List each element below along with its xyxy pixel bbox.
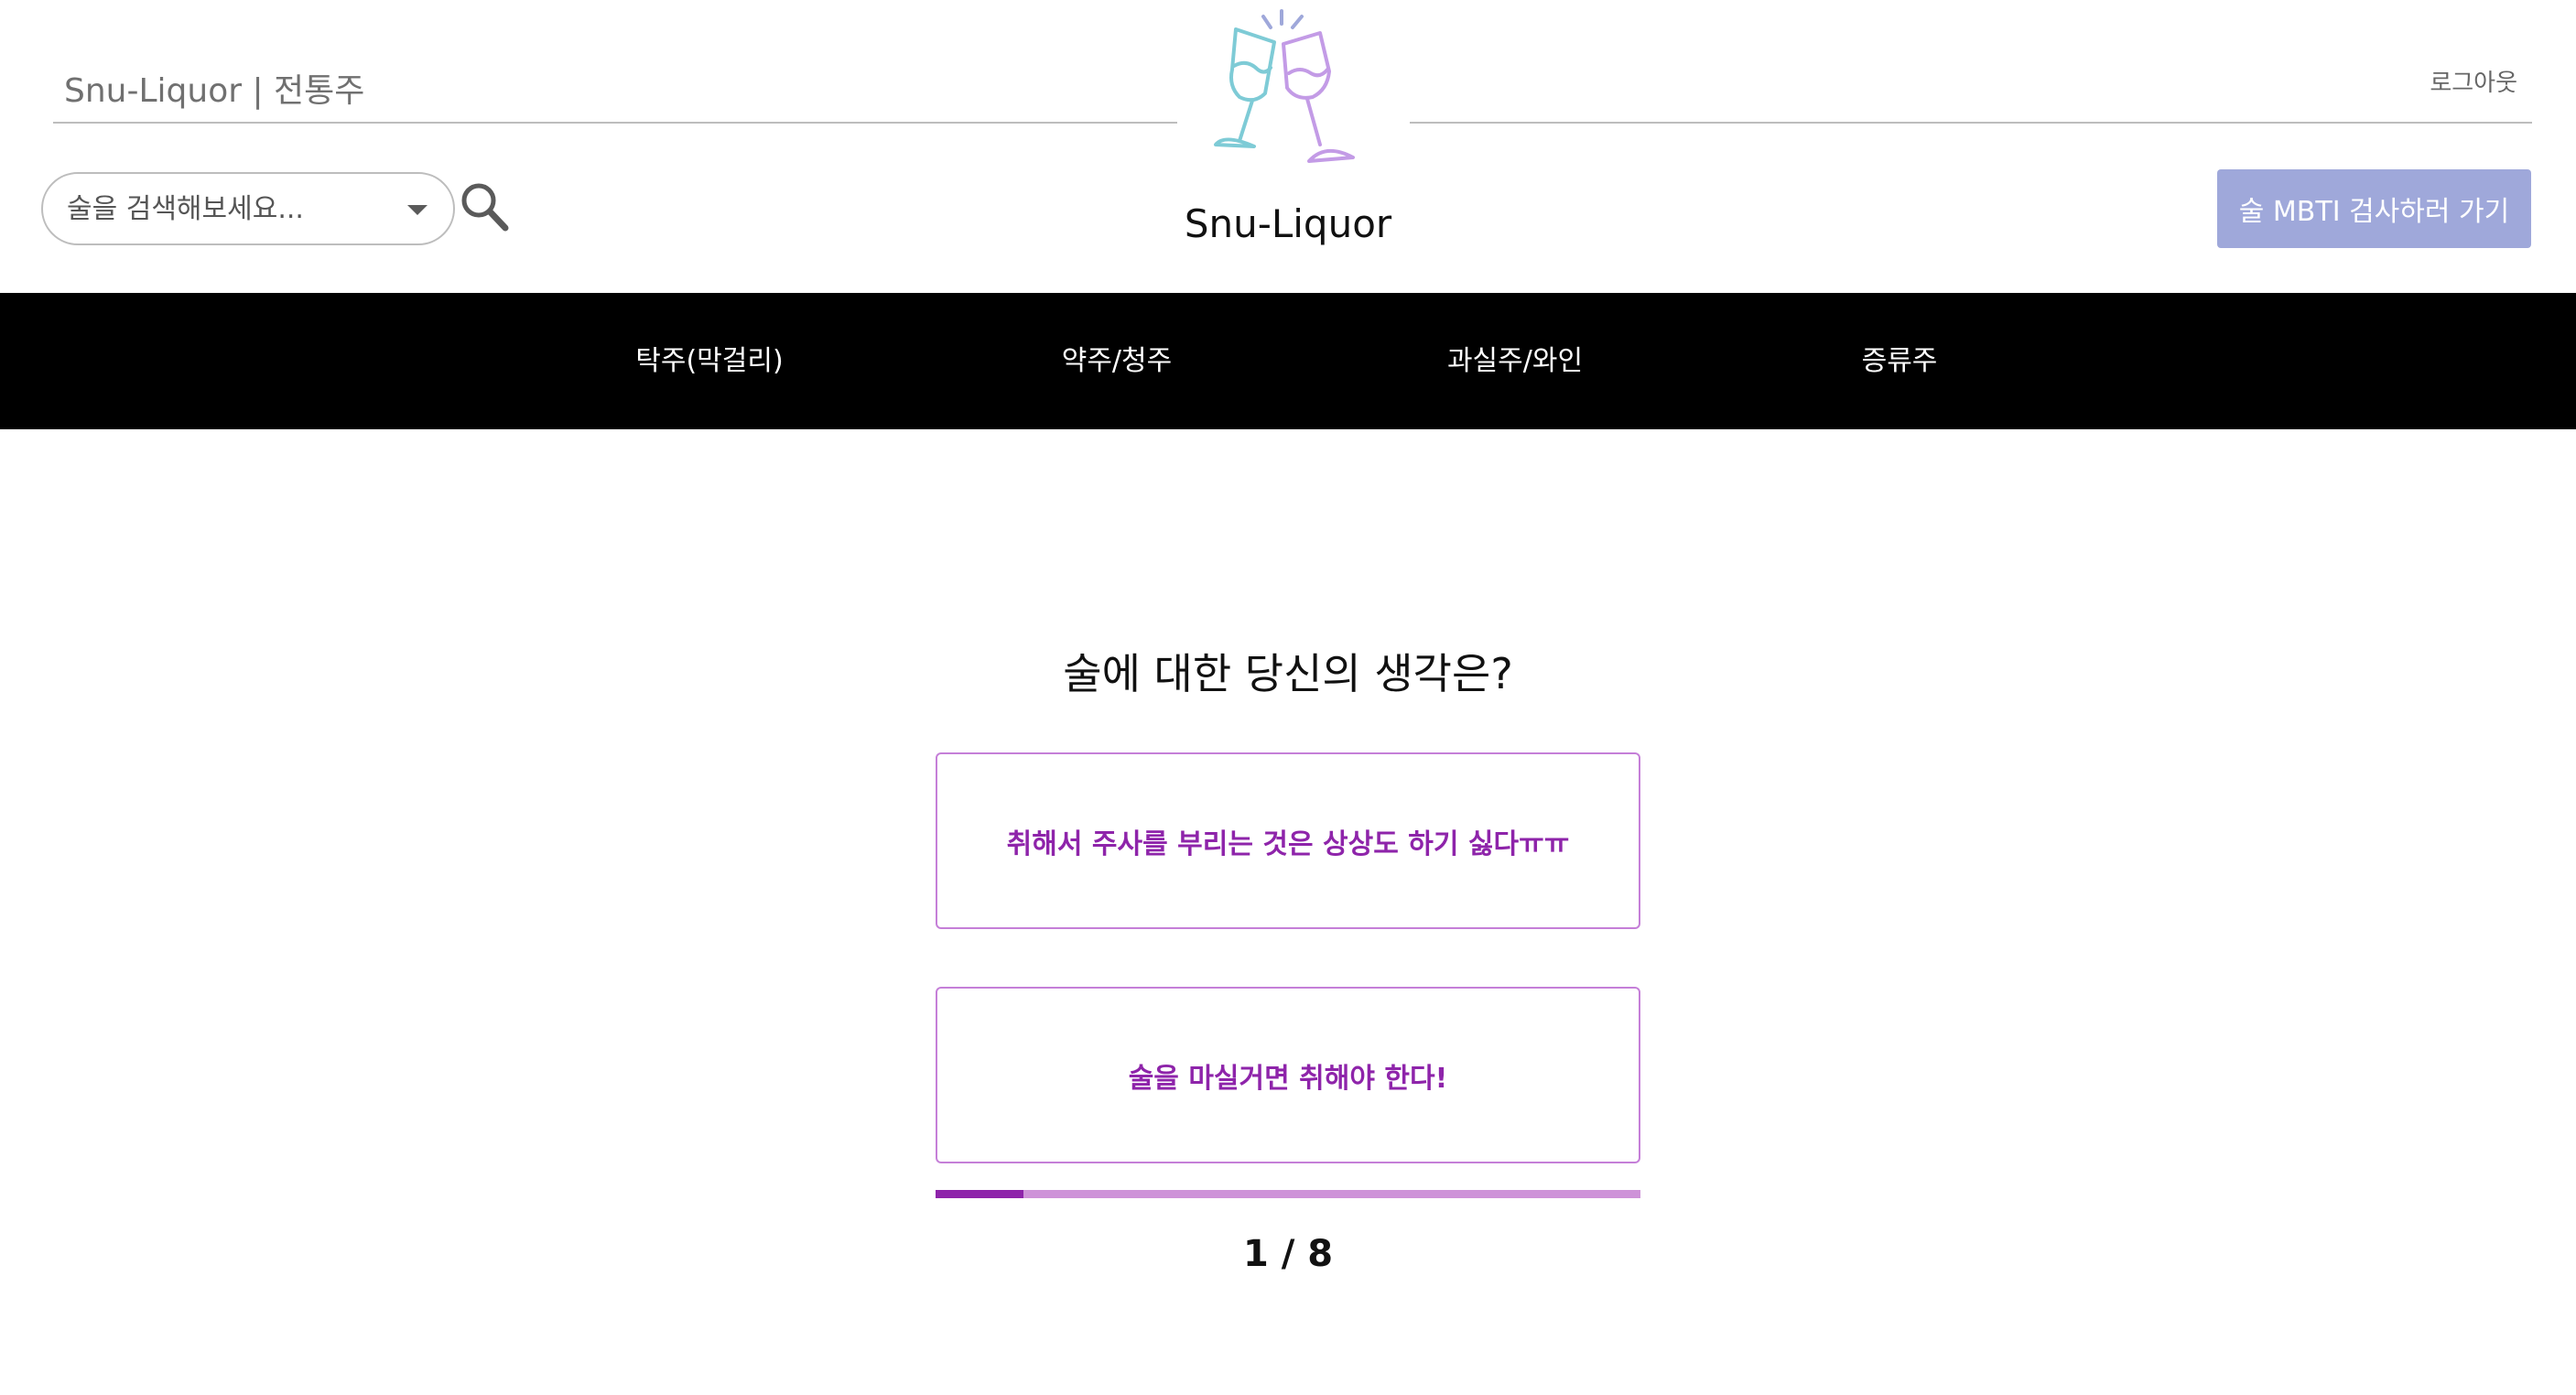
quiz-progress-bar (936, 1190, 1640, 1198)
header-divider-left (53, 122, 1177, 124)
search-input[interactable] (65, 185, 395, 232)
quiz-option-button[interactable]: 술을 마실거면 취해야 한다! (936, 987, 1640, 1163)
page: Snu-Liquor | 전통주 로그아웃 Snu-Liquor 술을 검색해보… (0, 0, 2576, 1395)
search-icon[interactable] (460, 181, 509, 232)
search-combobox[interactable] (41, 172, 455, 245)
quiz-option-button[interactable]: 취해서 주사를 부리는 것은 상상도 하기 싫다ㅠㅠ (936, 752, 1640, 929)
nav-item-fruit-wine[interactable]: 과실주/와인 (1387, 293, 1643, 429)
site-brand-text[interactable]: Snu-Liquor | 전통주 (64, 64, 364, 112)
mbti-test-button[interactable]: 술 MBTI 검사하러 가기 (2217, 169, 2531, 248)
nav-item-yakju[interactable]: 약주/청주 (989, 293, 1245, 429)
chevron-down-icon[interactable] (407, 205, 428, 215)
nav-item-spirits[interactable]: 증류주 (1771, 293, 2028, 429)
category-nav: 탁주(막걸리) 약주/청주 과실주/와인 증류주 (0, 293, 2576, 429)
logo-text[interactable]: Snu-Liquor (1099, 201, 1477, 246)
quiz-question: 술에 대한 당신의 생각은? (1063, 649, 1513, 698)
quiz-progress-fill (936, 1190, 1024, 1198)
logout-link[interactable]: 로그아웃 (2430, 64, 2517, 98)
nav-item-takju[interactable]: 탁주(막걸리) (581, 293, 838, 429)
cheers-glasses-icon[interactable] (1199, 5, 1364, 176)
header-divider-right (1410, 122, 2532, 124)
quiz-page-counter: 1 / 8 (1242, 1233, 1334, 1275)
